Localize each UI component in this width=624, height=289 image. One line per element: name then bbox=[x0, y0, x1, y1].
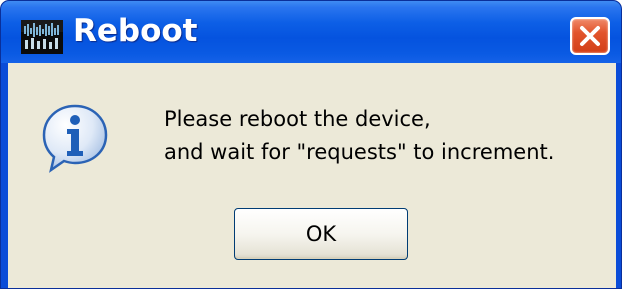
close-x-icon bbox=[580, 26, 600, 46]
window-title: Reboot bbox=[73, 13, 198, 49]
message-line-1: Please reboot the device, bbox=[164, 107, 431, 131]
dialog-window: Reboot Please reboot the device, and wai… bbox=[0, 0, 622, 289]
title-bar[interactable]: Reboot bbox=[1, 1, 621, 63]
close-button[interactable] bbox=[570, 17, 610, 55]
ok-button[interactable]: OK bbox=[234, 208, 408, 260]
message-text: Please reboot the device, and wait for "… bbox=[164, 103, 554, 169]
message-line-2: and wait for "requests" to increment. bbox=[164, 140, 555, 164]
information-icon bbox=[42, 104, 108, 173]
dialog-body: Please reboot the device, and wait for "… bbox=[8, 63, 616, 288]
waveform-app-icon bbox=[21, 20, 63, 54]
